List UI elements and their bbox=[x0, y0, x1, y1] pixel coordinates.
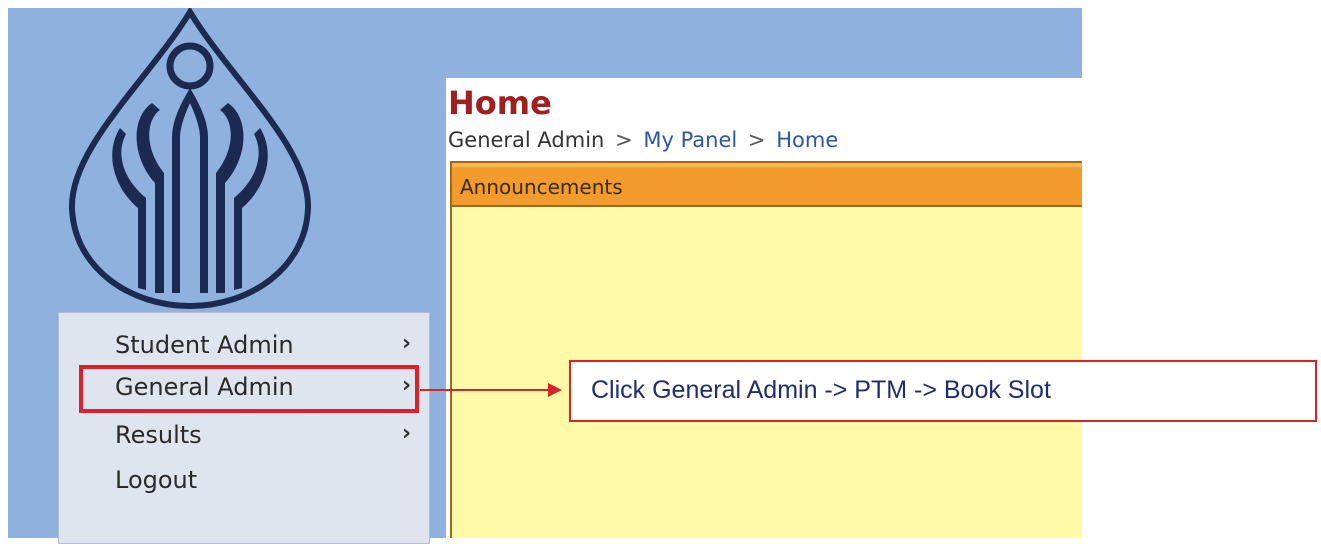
breadcrumb: General Admin > My Panel > Home bbox=[448, 128, 838, 152]
callout-arrow-line bbox=[420, 389, 550, 391]
announcements-panel: Announcements bbox=[450, 161, 1082, 538]
menu-item-label: Logout bbox=[115, 466, 198, 494]
menu-item-logout[interactable]: Logout bbox=[59, 460, 429, 502]
chevron-right-icon: › bbox=[402, 331, 412, 356]
announcements-header: Announcements bbox=[452, 163, 1082, 207]
breadcrumb-separator: > bbox=[747, 128, 766, 152]
instruction-callout: Click General Admin -> PTM -> Book Slot bbox=[569, 360, 1317, 422]
breadcrumb-item-general-admin[interactable]: General Admin bbox=[448, 128, 604, 152]
menu-item-student-admin[interactable]: Student Admin › bbox=[59, 325, 429, 367]
menu-item-label: General Admin bbox=[115, 373, 294, 401]
breadcrumb-item-home[interactable]: Home bbox=[776, 128, 838, 152]
page-title: Home bbox=[448, 84, 552, 122]
chevron-right-icon: › bbox=[402, 373, 412, 398]
menu-item-label: Student Admin bbox=[115, 331, 294, 359]
content-panel: Home General Admin > My Panel > Home Ann… bbox=[446, 78, 1082, 538]
breadcrumb-item-my-panel[interactable]: My Panel bbox=[643, 128, 737, 152]
school-logo-icon bbox=[68, 8, 312, 310]
arrow-right-icon bbox=[548, 383, 562, 397]
main-menu: Student Admin › General Admin › Results … bbox=[58, 312, 430, 544]
menu-item-results[interactable]: Results › bbox=[59, 415, 429, 457]
menu-item-general-admin[interactable]: General Admin › bbox=[79, 365, 419, 413]
menu-item-label: Results bbox=[115, 421, 202, 449]
chevron-right-icon: › bbox=[402, 421, 412, 446]
callout-text: Click General Admin -> PTM -> Book Slot bbox=[591, 376, 1051, 404]
breadcrumb-separator: > bbox=[615, 128, 633, 152]
